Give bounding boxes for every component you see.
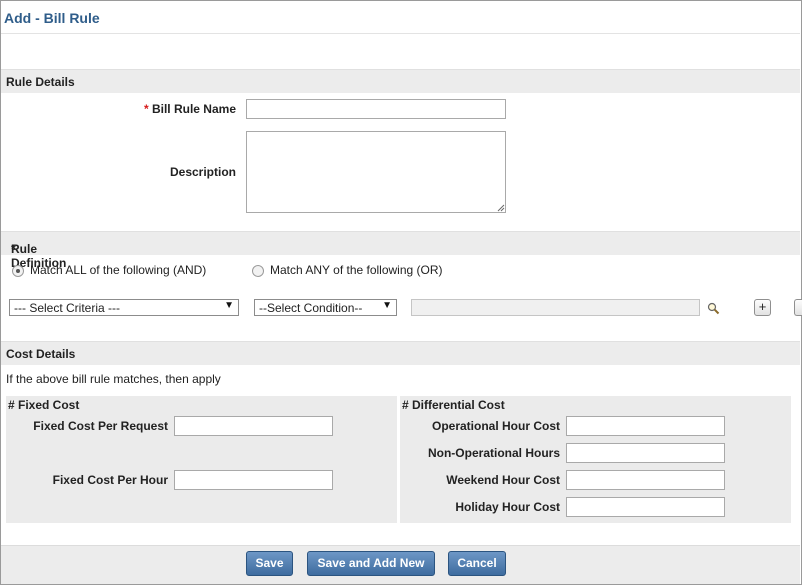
description-wrapper xyxy=(246,131,506,213)
differential-cost-panel: # Differential Cost Operational Hour Cos… xyxy=(400,396,791,523)
differential-cost-title: # Differential Cost xyxy=(402,398,505,412)
match-any-radio[interactable] xyxy=(252,265,264,277)
holiday-hour-cost-label: Holiday Hour Cost xyxy=(455,500,560,514)
title-bar: Add - Bill Rule xyxy=(1,1,800,34)
fixed-cost-title: # Fixed Cost xyxy=(8,398,80,412)
match-all-radio[interactable] xyxy=(12,265,24,277)
fixed-cost-per-request-label: Fixed Cost Per Request xyxy=(33,419,168,433)
condition-select-value: --Select Condition-- xyxy=(259,301,363,315)
non-operational-hours-label: Non-Operational Hours xyxy=(427,446,560,460)
bill-rule-name-input[interactable] xyxy=(246,99,506,119)
fixed-cost-per-hour-label: Fixed Cost Per Hour xyxy=(52,473,168,487)
fixed-cost-per-request-input[interactable] xyxy=(174,416,333,436)
dropdown-arrow-icon: ▼ xyxy=(224,300,234,311)
cost-details-title: Cost Details xyxy=(6,347,76,361)
criteria-select-value: --- Select Criteria --- xyxy=(14,301,121,315)
cancel-button[interactable]: Cancel xyxy=(448,551,506,576)
criteria-value-input[interactable] xyxy=(411,299,700,316)
description-label: Description xyxy=(169,165,236,179)
resize-grip-icon[interactable] xyxy=(497,204,505,212)
weekend-hour-cost-input[interactable] xyxy=(566,470,725,490)
rule-details-title: Rule Details xyxy=(6,75,75,89)
cost-details-header: Cost Details xyxy=(1,341,800,365)
condition-select[interactable]: --Select Condition-- ▼ xyxy=(254,299,397,316)
rule-definition-header: * Rule Definition xyxy=(1,231,800,270)
rule-details-header: Rule Details xyxy=(1,69,800,93)
remove-criteria-button[interactable] xyxy=(794,299,802,316)
holiday-hour-cost-input[interactable] xyxy=(566,497,725,517)
match-any-label[interactable]: Match ANY of the following (OR) xyxy=(270,263,443,277)
weekend-hour-cost-label: Weekend Hour Cost xyxy=(446,473,560,487)
search-icon[interactable] xyxy=(707,302,720,315)
description-textarea[interactable] xyxy=(246,131,506,213)
operational-hour-cost-input[interactable] xyxy=(566,416,725,436)
fixed-cost-panel: # Fixed Cost Fixed Cost Per Request Fixe… xyxy=(6,396,397,523)
bill-rule-name-label: * Bill Rule Name xyxy=(143,102,236,116)
criteria-select[interactable]: --- Select Criteria --- ▼ xyxy=(9,299,239,316)
save-button[interactable]: Save xyxy=(246,551,293,576)
add-criteria-button[interactable]: + xyxy=(754,299,771,316)
save-and-add-new-button[interactable]: Save and Add New xyxy=(307,551,435,576)
dropdown-arrow-icon: ▼ xyxy=(382,300,392,311)
page-title: Add - Bill Rule xyxy=(4,10,100,26)
required-asterisk: * xyxy=(143,102,149,116)
cost-details-note: If the above bill rule matches, then app… xyxy=(6,372,221,386)
operational-hour-cost-label: Operational Hour Cost xyxy=(431,419,560,433)
non-operational-hours-input[interactable] xyxy=(566,443,725,463)
match-all-label[interactable]: Match ALL of the following (AND) xyxy=(30,263,206,277)
fixed-cost-per-hour-input[interactable] xyxy=(174,470,333,490)
